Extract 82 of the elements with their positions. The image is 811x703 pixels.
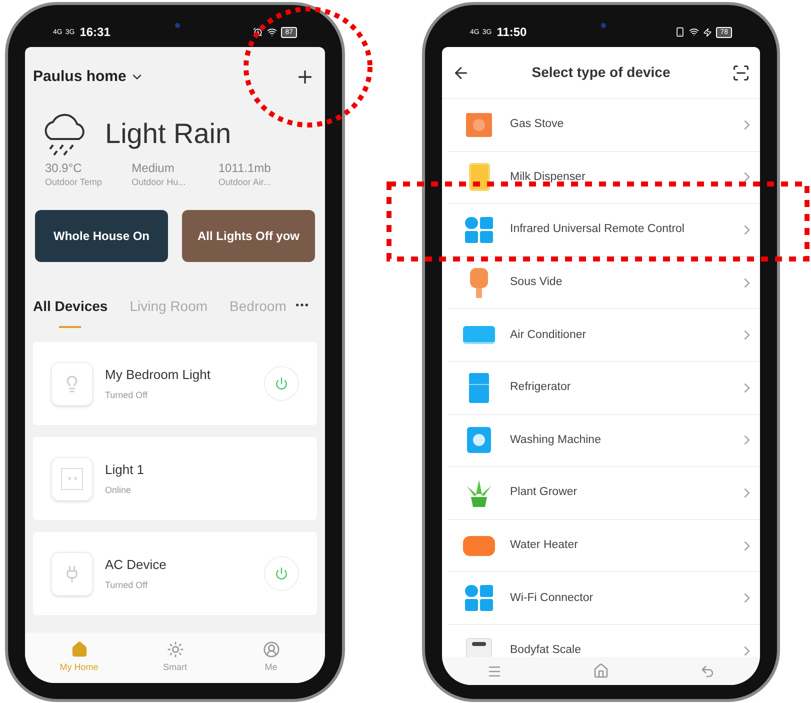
socket-icon (61, 468, 83, 490)
device-name: Light 1 (105, 461, 146, 479)
tiles-icon (465, 585, 493, 612)
sous-vide-icon (470, 268, 488, 298)
device-type-label: Sous Vide (510, 274, 564, 290)
home-selector[interactable]: Paulus home (33, 66, 144, 88)
device-type-row[interactable]: Washing Machine (448, 414, 760, 468)
wifi-icon (689, 27, 700, 37)
device-type-row[interactable]: Refrigerator (448, 362, 760, 415)
device-type-row[interactable]: Air Conditioner (448, 309, 760, 362)
device-type-label: Milk Dispenser (510, 170, 586, 185)
weather-label: Outdoor Temp (45, 176, 103, 188)
wifi-icon (267, 27, 278, 37)
chevron-right-icon (744, 540, 750, 551)
tiles-icon (465, 216, 493, 243)
notch-camera-icon (601, 23, 606, 28)
return-icon[interactable] (700, 664, 715, 678)
chevron-right-icon (744, 435, 750, 446)
device-card[interactable]: Light 1 Online (33, 437, 317, 520)
power-button[interactable] (264, 556, 299, 591)
device-type-label: Refrigerator (510, 380, 572, 396)
device-type-label: Air Conditioner (510, 328, 588, 343)
device-name: AC Device (105, 556, 168, 574)
weather-value: 1011.1mb (218, 161, 272, 176)
power-icon (275, 567, 288, 580)
device-status: Online (105, 484, 132, 496)
clock: 16:31 (80, 24, 110, 41)
chevron-right-icon (744, 488, 750, 498)
room-tab[interactable]: All Devices (33, 296, 108, 328)
water-heater-icon (463, 536, 495, 556)
clock: 11:50 (496, 24, 527, 41)
chevron-right-icon (744, 224, 750, 235)
device-name: My Bedroom Light (105, 366, 212, 384)
weather-label: Outdoor Hu... (132, 176, 187, 188)
home-icon (70, 641, 88, 658)
device-type-label: Infrared Universal Remote Control (510, 222, 686, 238)
device-type-label: Washing Machine (510, 432, 602, 448)
device-card[interactable]: AC Device Turned Off (33, 532, 317, 615)
device-type-label: Wi-Fi Connector (510, 590, 594, 606)
menu-icon[interactable] (487, 664, 502, 678)
air-conditioner-icon (463, 326, 495, 344)
notch-camera-icon (175, 23, 180, 28)
scan-icon[interactable] (732, 64, 750, 82)
device-type-label: Water Heater (510, 538, 579, 553)
device-type-row[interactable]: Wi-Fi Connector (448, 572, 760, 625)
device-type-row[interactable]: Sous Vide (448, 256, 760, 310)
weather-value: Medium (132, 161, 176, 176)
weather-value: 30.9°C (45, 161, 83, 176)
user-icon (262, 641, 280, 658)
power-icon (275, 377, 288, 390)
device-type-row[interactable]: Milk Dispenser (448, 152, 760, 204)
stove-icon (466, 112, 492, 137)
chevron-right-icon (744, 593, 750, 604)
device-type-label: Bodyfat Scale (510, 643, 582, 657)
power-button[interactable] (264, 366, 299, 401)
sun-icon (166, 641, 184, 658)
chevron-right-icon (744, 382, 750, 393)
chevron-right-icon (744, 172, 750, 182)
device-status: Turned Off (105, 388, 149, 402)
screen-title: Select type of device (532, 63, 670, 82)
device-type-row[interactable]: Plant Grower (448, 467, 760, 520)
fridge-icon (469, 372, 489, 403)
chevron-right-icon (744, 330, 750, 340)
washer-icon (467, 427, 491, 454)
device-type-label: Gas Stove (510, 117, 565, 132)
vibrate-icon (675, 27, 686, 37)
chevron-right-icon (744, 278, 750, 288)
scene-card[interactable]: All Lights Off yow (182, 210, 315, 262)
device-card[interactable]: My Bedroom Light Turned Off (33, 342, 317, 425)
charging-icon (703, 28, 712, 36)
dispenser-icon (468, 163, 490, 192)
home-icon[interactable] (592, 663, 609, 679)
chevron-right-icon (744, 120, 750, 130)
weather-label: Outdoor Air... (218, 176, 272, 188)
device-type-row[interactable]: Gas Stove (448, 99, 760, 152)
device-status: Turned Off (105, 578, 149, 592)
weather-condition: Light Rain (105, 117, 232, 151)
device-type-label: Plant Grower (510, 485, 578, 500)
device-type-row[interactable]: Water Heater (448, 520, 760, 572)
alarm-icon (253, 27, 264, 37)
chevron-right-icon (744, 646, 750, 656)
scene-card[interactable]: Whole House On (35, 210, 168, 262)
